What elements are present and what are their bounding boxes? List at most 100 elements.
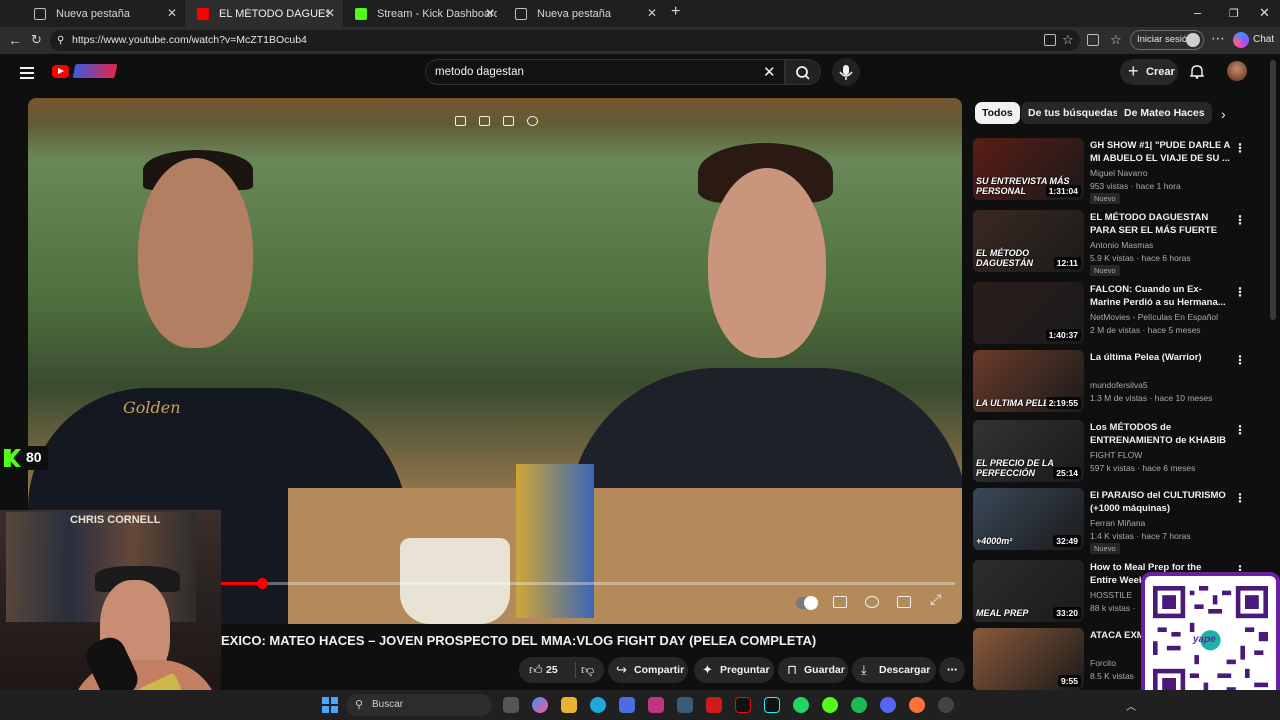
save-button[interactable]: ⊓ Guardar [778,657,848,683]
progress-bar[interactable] [221,578,955,589]
notifications-bell-icon[interactable] [1190,64,1204,79]
video-thumbnail[interactable]: 9:55 [973,628,1084,690]
related-video-item[interactable]: EL MÉTODO DAGUESTÁN 12:11 EL MÉTODO DAGUES… [973,210,1263,276]
discord-icon[interactable] [880,697,896,713]
youtube-logo-icon[interactable] [52,65,69,78]
related-video-channel[interactable]: mundofersilva5 [1090,380,1148,390]
download-button[interactable]: ⤓ Descargar [852,657,936,683]
video-thumbnail[interactable]: +4000m² 32:49 [973,488,1084,550]
site-info-icon[interactable]: ⚲ [57,30,64,51]
more-menu-icon[interactable]: ⋯ [1211,30,1225,47]
edge-browser-icon[interactable] [590,697,606,713]
tray-overflow-icon[interactable]: ︿ [1126,698,1136,713]
translate-icon[interactable] [527,116,538,126]
chip-todos[interactable]: Todos [975,102,1020,124]
extensions-icon[interactable] [1087,34,1099,46]
subtitles-icon[interactable] [833,596,847,608]
windows-start-icon[interactable] [322,697,338,713]
bookmark-star-icon[interactable]: ☆ [1062,32,1074,48]
more-actions-button[interactable]: ⋯ [939,657,965,683]
related-video-title[interactable]: FALCON: Cuando un Ex-Marine Perdió a su … [1090,283,1230,310]
ask-button[interactable]: ✦ Preguntar [694,657,774,683]
screenshot-icon[interactable] [503,116,514,126]
close-icon[interactable]: ✕ [167,6,177,20]
theater-mode-icon[interactable] [897,596,911,608]
maximize-button[interactable]: ❐ [1229,7,1239,20]
video-thumbnail[interactable]: EL PRECIO DE LA PERFECCIÓN 25:14 [973,420,1084,482]
copilot-icon[interactable] [1233,32,1249,48]
related-video-item[interactable]: EL PRECIO DE LA PERFECCIÓN 25:14 Los MÉTOD… [973,420,1263,486]
signin-button[interactable]: Iniciar sesión [1130,30,1204,50]
settings-gear-icon[interactable] [865,596,879,608]
copilot-icon[interactable] [532,697,548,713]
more-vert-icon[interactable]: ⋮ [1234,423,1246,437]
tab-youtube-active[interactable]: EL MÉTODO DAGUESTÁN EN ✕ [185,0,343,27]
video-thumbnail[interactable]: MEAL PREP 33:20 [973,560,1084,622]
related-video-title[interactable]: La última Pelea (Warrior) [1090,351,1230,364]
related-video-channel[interactable]: Ferran Miñana [1090,518,1145,528]
related-video-channel[interactable]: Miguel Navarro [1090,168,1148,178]
minimize-button[interactable]: – [1194,5,1201,20]
tab-new-2[interactable]: Nueva pestaña ✕ [503,0,665,27]
more-vert-icon[interactable]: ⋮ [1234,285,1246,299]
close-icon[interactable]: ✕ [325,6,335,20]
like-count[interactable]: 25 [546,657,558,683]
app-icon[interactable] [706,697,722,713]
file-explorer-icon[interactable] [561,697,577,713]
share-button[interactable]: ↪ Compartir [608,657,688,683]
video-overlay-icon[interactable] [479,116,490,126]
chevron-right-icon[interactable]: › [1221,106,1226,122]
related-video-channel[interactable]: Forcito [1090,658,1116,668]
favorites-icon[interactable]: ☆ [1110,32,1122,48]
chip-de-mateo-haces[interactable]: De Mateo Haces [1117,102,1212,124]
like-icon[interactable]: 👍︎ [529,657,543,683]
whatsapp-icon[interactable] [793,697,809,713]
video-thumbnail[interactable]: LA ULTIMA PELEA 2:19:55 [973,350,1084,412]
related-video-item[interactable]: SU ENTREVISTA MÁS PERSONAL 1:31:04 GH SHOW… [973,138,1263,204]
task-view-icon[interactable] [503,697,519,713]
clear-search-icon[interactable]: ✕ [763,63,776,81]
reload-icon[interactable]: ↻ [31,32,42,48]
related-video-title[interactable]: EL MÉTODO DAGUESTAN PARA SER EL MÁS FUER… [1090,211,1230,237]
create-button[interactable]: Crear [1120,58,1178,85]
close-icon[interactable]: ✕ [647,6,657,20]
app-icon[interactable] [677,697,693,713]
obs-icon[interactable] [938,697,954,713]
video-thumbnail[interactable]: 1:40:37 [973,282,1084,344]
tab-kick-dashboard[interactable]: Stream - Kick Dashboard ✕ [343,0,503,27]
autoplay-toggle[interactable] [796,596,818,610]
user-avatar[interactable] [1227,61,1247,81]
youtube-doodle-logo[interactable] [72,64,118,78]
video-thumbnail[interactable]: SU ENTREVISTA MÁS PERSONAL 1:31:04 [973,138,1084,200]
search-button[interactable] [785,59,821,85]
chip-de-tus-busquedas[interactable]: De tus búsquedas [1021,102,1126,124]
kick-app-icon[interactable] [822,697,838,713]
close-icon[interactable]: ✕ [485,6,495,20]
firefox-icon[interactable] [909,697,925,713]
related-video-item[interactable]: LA ULTIMA PELEA 2:19:55 La última Pelea (W… [973,350,1263,416]
back-icon[interactable]: ← [8,32,22,48]
taskbar-search[interactable]: ⚲ Buscar [346,694,492,716]
tab-new-1[interactable]: Nueva pestaña ✕ [22,0,185,27]
search-input[interactable]: metodo dagestan [425,59,785,85]
related-video-item[interactable]: 1:40:37 FALCON: Cuando un Ex-Marine Perdi… [973,282,1263,348]
dislike-icon[interactable]: 👎︎ [581,657,594,683]
install-app-icon[interactable] [1044,34,1056,46]
chat-label[interactable]: Chat [1253,34,1274,45]
window-close-button[interactable]: ✕ [1259,5,1270,21]
netflix-icon[interactable] [735,697,751,713]
video-thumbnail[interactable]: EL MÉTODO DAGUESTÁN 12:11 [973,210,1084,272]
more-vert-icon[interactable]: ⋮ [1234,353,1246,367]
new-tab-button[interactable]: + [671,3,680,21]
related-video-title[interactable]: GH SHOW #1| "PUDE DARLE A MI ABUELO EL V… [1090,139,1230,165]
more-vert-icon[interactable]: ⋮ [1234,141,1246,155]
url-input[interactable]: ⚲ https://www.youtube.com/watch?v=McZT1B… [50,30,1080,51]
fullscreen-icon[interactable]: ⤢ [930,591,941,608]
miniplayer-icon[interactable] [455,116,466,126]
related-video-channel[interactable]: NetMovies - Películas En Español [1090,312,1218,322]
menu-icon[interactable] [20,67,34,79]
related-video-title[interactable]: El PARAISO del CULTURISMO (+1000 máquina… [1090,489,1230,515]
voice-search-button[interactable] [832,58,860,86]
related-video-item[interactable]: +4000m² 32:49 El PARAISO del CULTURISMO (+… [973,488,1263,554]
more-vert-icon[interactable]: ⋮ [1234,213,1246,227]
